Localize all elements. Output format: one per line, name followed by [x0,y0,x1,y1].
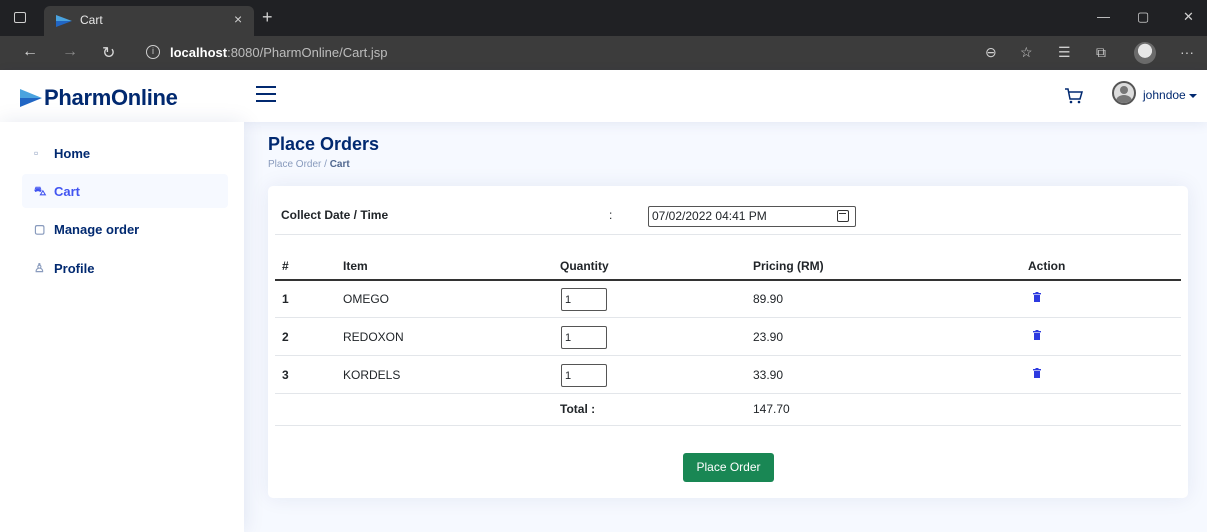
collections-icon[interactable]: ⧉ [1096,44,1106,61]
favorite-star-icon[interactable]: ☆ [1020,44,1033,61]
quantity-input[interactable]: 1 [561,364,607,387]
total-divider [275,425,1181,426]
cart-icon: ⛍ [34,184,47,198]
sidebar-item-cart[interactable]: ⛍ Cart [22,174,228,208]
username-dropdown[interactable]: johndoe [1143,88,1197,102]
row-divider [275,393,1181,394]
divider [275,234,1181,235]
sidebar-item-label: Cart [54,183,81,199]
breadcrumb-parent[interactable]: Place Order [268,159,321,170]
clipboard-icon: ▢ [34,222,46,236]
place-order-button[interactable]: Place Order [683,453,774,482]
sidebar-item-home[interactable]: ▫ Home [22,136,228,170]
menu-toggle-icon[interactable] [256,86,276,102]
forward-icon[interactable]: → [62,43,78,61]
app-header: PharmOnline johndoe [0,70,1207,122]
row-number: 2 [282,330,289,344]
favorites-list-icon[interactable]: ☰ [1058,44,1071,61]
browser-tabbar: Cart × + — ▢ ✕ [0,0,1207,36]
more-menu-icon[interactable]: ··· [1180,44,1194,60]
brand-logo[interactable]: PharmOnline [20,85,178,111]
collect-colon: : [609,208,613,222]
col-header-item: Item [343,259,368,273]
sidebar-item-label: Profile [54,260,95,276]
user-avatar[interactable] [1112,81,1136,105]
tab-actions-icon[interactable] [14,12,26,23]
total-label: Total : [560,402,596,416]
col-header-quantity: Quantity [560,259,609,273]
calendar-icon[interactable] [837,210,849,222]
collect-datetime-input[interactable]: 07/02/2022 04:41 PM [648,206,856,227]
col-header-pricing: Pricing (RM) [753,259,824,273]
pharmonline-favicon-icon [56,15,72,27]
tab-title: Cart [80,13,103,27]
row-price: 89.90 [753,292,784,306]
url-field[interactable]: localhost:8080/PharmOnline/Cart.jsp [170,45,388,60]
refresh-icon[interactable]: ↻ [102,43,115,63]
new-tab-icon[interactable]: + [262,8,273,26]
collect-datetime-value: 07/02/2022 04:41 PM [652,209,767,223]
breadcrumb-separator: / [324,159,327,170]
collect-date-label: Collect Date / Time [281,208,389,222]
logo-mark-icon [20,89,42,107]
browser-profile-avatar[interactable] [1134,42,1156,64]
restore-icon[interactable]: ▢ [1137,9,1149,25]
browser-address-bar: ← → ↻ i localhost:8080/PharmOnline/Cart.… [0,36,1207,70]
quantity-input[interactable]: 1 [561,326,607,349]
sidebar-item-manage-order[interactable]: ▢ Manage order [22,212,228,246]
grid-icon: ▫ [34,146,39,160]
delete-trash-icon[interactable] [1033,330,1041,340]
table-header-divider [275,279,1181,281]
row-divider [275,317,1181,318]
breadcrumb: Place Order / Cart [268,159,350,170]
zoom-icon[interactable]: ⊖ [985,44,997,61]
sidebar-item-profile[interactable]: ♙ Profile [22,251,228,285]
person-icon: ♙ [34,261,45,275]
cart-card: Collect Date / Time : 07/02/2022 04:41 P… [268,186,1188,498]
site-info-icon[interactable]: i [146,45,160,59]
close-window-icon[interactable]: ✕ [1183,9,1194,25]
delete-trash-icon[interactable] [1033,292,1041,302]
minimize-icon[interactable]: — [1097,9,1110,24]
row-number: 3 [282,368,289,382]
row-divider [275,355,1181,356]
page-title: Place Orders [268,134,380,154]
col-header-number: # [282,259,289,273]
browser-tab-cart[interactable]: Cart × [44,6,254,36]
sidebar-item-label: Manage order [54,221,140,237]
header-cart-icon[interactable] [1064,87,1084,105]
row-item: REDOXON [343,330,404,344]
col-header-action: Action [1028,259,1066,273]
brand-name: PharmOnline [44,85,178,110]
tab-close-icon[interactable]: × [234,11,242,27]
breadcrumb-current: Cart [329,159,350,170]
row-item: KORDELS [343,368,401,382]
row-price: 23.90 [753,330,784,344]
sidebar-item-label: Home [54,145,91,161]
back-icon[interactable]: ← [22,43,38,61]
sidebar: ▫ Home ⛍ Cart ▢ Manage order ♙ Profile [0,122,244,532]
delete-trash-icon[interactable] [1033,368,1041,378]
row-price: 33.90 [753,368,784,382]
row-number: 1 [282,292,289,306]
quantity-input[interactable]: 1 [561,288,607,311]
total-value: 147.70 [753,402,790,416]
row-item: OMEGO [343,292,390,306]
